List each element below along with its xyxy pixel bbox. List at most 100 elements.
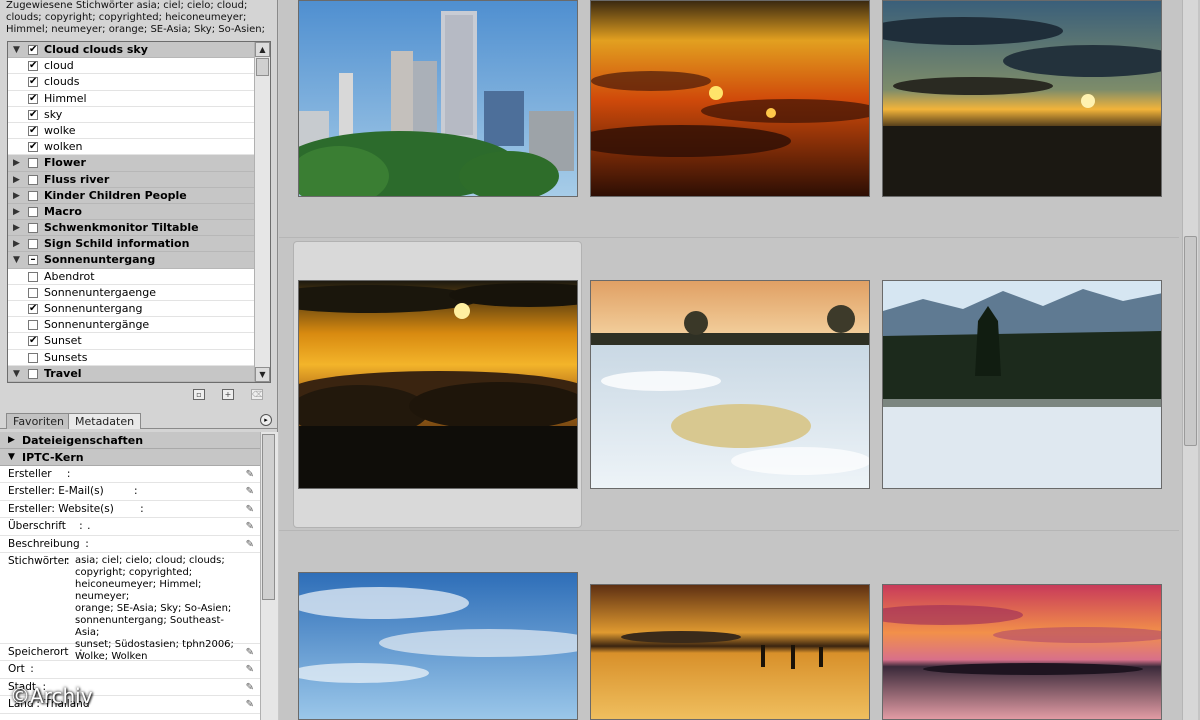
- field-label: Speicherort: [8, 645, 69, 658]
- keyword-item[interactable]: Sonnenuntergänge: [8, 317, 255, 334]
- keyword-checkbox[interactable]: ✔: [28, 142, 38, 153]
- keyword-item[interactable]: ✔ wolke: [8, 123, 255, 140]
- field-keywords[interactable]: Stichwörter : asia; ciel; cielo; cloud; …: [0, 553, 260, 662]
- thumbnail-blue-sky-clouds[interactable]: [298, 572, 578, 720]
- keyword-checkbox[interactable]: ✔: [28, 304, 38, 314]
- keyword-checkbox[interactable]: [28, 174, 38, 185]
- new-keyword-icon[interactable]: +: [222, 389, 234, 400]
- keyword-checkbox[interactable]: [28, 223, 38, 234]
- field-value[interactable]: .: [87, 518, 90, 535]
- collapse-icon[interactable]: ▼: [13, 366, 23, 382]
- expand-icon[interactable]: ▶: [13, 236, 23, 252]
- thumbnail-sunset-dark-clouds[interactable]: [882, 0, 1162, 197]
- keyword-checkbox[interactable]: [28, 190, 38, 201]
- edit-pencil-icon[interactable]: ✎: [246, 644, 254, 661]
- keyword-group[interactable]: ▶ Flower: [8, 155, 255, 172]
- section-iptc-core[interactable]: ▼ IPTC-Kern: [0, 449, 260, 466]
- keyword-group[interactable]: ▼ Travel: [8, 365, 255, 382]
- tab-metadaten[interactable]: Metadaten: [68, 413, 142, 429]
- keyword-item[interactable]: Sonnenuntergaenge: [8, 285, 255, 301]
- keyword-checkbox[interactable]: –: [28, 255, 38, 266]
- edit-pencil-icon[interactable]: ✎: [246, 661, 254, 678]
- metadata-field[interactable]: Ersteller: Website(s): ✎: [0, 501, 260, 519]
- keyword-group[interactable]: ▶ Macro: [8, 203, 255, 221]
- keyword-group[interactable]: ▼ – Sonnenuntergang: [8, 252, 255, 269]
- edit-pencil-icon[interactable]: ✎: [246, 466, 254, 483]
- thumbnail-people-in-sea-sunset[interactable]: [590, 584, 870, 720]
- tab-favoriten[interactable]: Favoriten: [6, 413, 71, 429]
- metadata-field[interactable]: Speicherort: ✎: [0, 644, 260, 662]
- expand-icon[interactable]: ▶: [13, 188, 23, 204]
- metadata-field[interactable]: Beschreibung: ✎: [0, 536, 260, 553]
- keyword-checkbox[interactable]: ✔: [28, 77, 38, 88]
- keyword-checkbox[interactable]: [28, 352, 38, 363]
- keyword-item[interactable]: Sunsets: [8, 350, 255, 366]
- panel-menu-icon[interactable]: ▸: [260, 414, 272, 426]
- new-subkeyword-icon[interactable]: ▫: [193, 389, 205, 400]
- thumbnail-sunset-clouds-orange[interactable]: [590, 0, 870, 197]
- edit-pencil-icon[interactable]: ✎: [246, 696, 254, 713]
- keyword-checkbox[interactable]: [28, 239, 38, 250]
- field-colon: :: [79, 520, 83, 533]
- collapse-icon[interactable]: ▼: [13, 42, 23, 58]
- thumbnail-sunset-above-clouds[interactable]: [298, 280, 578, 489]
- metadata-field[interactable]: Ort: ✎: [0, 661, 260, 679]
- keyword-item[interactable]: ✔ Sonnenuntergang: [8, 301, 255, 318]
- keyword-checkbox[interactable]: [28, 287, 38, 298]
- keyword-item[interactable]: ✔ cloud: [8, 58, 255, 75]
- thumbnail-city-skyline[interactable]: [298, 0, 578, 197]
- keyword-checkbox[interactable]: ✔: [28, 45, 38, 55]
- keyword-checkbox[interactable]: [28, 320, 38, 331]
- content-grid: [279, 0, 1200, 720]
- section-file-properties[interactable]: ▶ Dateieigenschaften: [0, 432, 260, 449]
- keyword-tree[interactable]: ▼ ✔ Cloud clouds sky ✔ cloud ✔ clouds ✔ Himmel ✔ s…: [7, 41, 271, 383]
- keyword-scrollbar[interactable]: ▲ ▼: [254, 42, 270, 382]
- scrollbar-thumb[interactable]: [262, 434, 275, 600]
- expand-icon[interactable]: ▶: [13, 155, 23, 171]
- keyword-group[interactable]: ▶ Schwenkmonitor Tiltable: [8, 220, 255, 237]
- keyword-item[interactable]: ✔ clouds: [8, 74, 255, 91]
- keyword-group[interactable]: ▶ Kinder Children People: [8, 187, 255, 204]
- keyword-checkbox[interactable]: ✔: [28, 109, 38, 120]
- edit-pencil-icon[interactable]: ✎: [246, 501, 254, 518]
- expand-icon[interactable]: ▶: [13, 204, 23, 220]
- keyword-group[interactable]: ▶ Fluss river: [8, 171, 255, 188]
- keyword-checkbox[interactable]: [28, 271, 38, 282]
- keyword-item[interactable]: ✔ Himmel: [8, 91, 255, 107]
- keyword-item[interactable]: ✔ wolken: [8, 139, 255, 156]
- thumbnail-pink-sunset-island[interactable]: [882, 584, 1162, 720]
- edit-pencil-icon[interactable]: ✎: [246, 483, 254, 500]
- delete-keyword-icon[interactable]: ⌫: [251, 389, 263, 400]
- keyword-checkbox[interactable]: [28, 158, 38, 169]
- keyword-checkbox[interactable]: ✔: [28, 125, 38, 136]
- collapse-icon[interactable]: ▼: [13, 252, 23, 268]
- keyword-item[interactable]: ✔ sky: [8, 107, 255, 123]
- scrollbar-thumb[interactable]: [256, 58, 269, 76]
- keyword-group[interactable]: ▶ Sign Schild information: [8, 236, 255, 253]
- keyword-checkbox[interactable]: ✔: [28, 93, 38, 104]
- keyword-checkbox[interactable]: ✔: [28, 336, 38, 347]
- metadata-field[interactable]: Ersteller: E-Mail(s): ✎: [0, 483, 260, 501]
- metadata-field[interactable]: Ersteller: ✎: [0, 466, 260, 484]
- keyword-item[interactable]: ✔ Sunset: [8, 333, 255, 350]
- keyword-checkbox[interactable]: ✔: [28, 61, 38, 72]
- edit-pencil-icon[interactable]: ✎: [246, 679, 254, 696]
- expand-icon[interactable]: ▶: [13, 220, 23, 236]
- edit-pencil-icon[interactable]: ✎: [246, 536, 254, 553]
- metadata-scrollbar[interactable]: [260, 432, 278, 720]
- keyword-item[interactable]: Abendrot: [8, 269, 255, 285]
- scroll-down-icon[interactable]: ▼: [255, 367, 270, 382]
- keyword-checkbox[interactable]: [28, 368, 38, 379]
- keyword-group[interactable]: ▼ ✔ Cloud clouds sky: [8, 42, 255, 59]
- scroll-up-icon[interactable]: ▲: [255, 42, 270, 57]
- thumbnail-snowy-field-dusk[interactable]: [590, 280, 870, 489]
- scrollbar-thumb[interactable]: [1184, 236, 1197, 446]
- content-scrollbar[interactable]: [1182, 0, 1198, 720]
- thumbnail-snowy-mountain-forest[interactable]: [882, 280, 1162, 489]
- metadata-field[interactable]: Überschrift:. ✎: [0, 518, 260, 536]
- expand-icon[interactable]: ▶: [13, 172, 23, 188]
- keyword-checkbox[interactable]: [28, 206, 38, 217]
- keywords-line: copyright; copyrighted;: [75, 566, 193, 578]
- field-label: Beschreibung: [8, 537, 80, 550]
- edit-pencil-icon[interactable]: ✎: [246, 518, 254, 535]
